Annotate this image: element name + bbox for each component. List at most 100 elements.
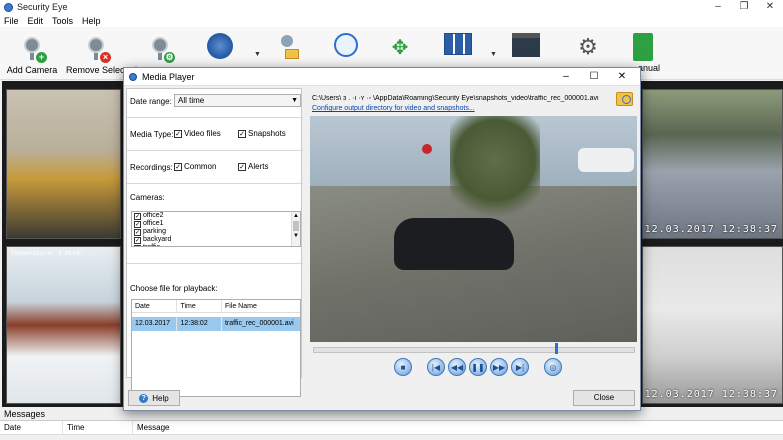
help-icon: ? [139, 393, 149, 403]
media-type-row: Media Type: ✓ Video files ✓ Snapshots [127, 118, 303, 151]
camera-feed-office[interactable] [6, 89, 121, 239]
dialog-close-x-button[interactable]: ✕ [608, 68, 636, 86]
window-controls: – ❐ ✕ [705, 0, 783, 14]
pause-button[interactable]: ❚❚ [469, 358, 487, 376]
stop-button[interactable]: ■ [394, 358, 412, 376]
recordings-row: Recordings: ✓ Common ✓ Alerts [127, 151, 303, 184]
previous-button[interactable]: |◀ [427, 358, 445, 376]
file-column-date[interactable]: Date [132, 300, 178, 312]
dialog-title: Media Player [142, 71, 195, 82]
maximize-button[interactable]: ❐ [731, 0, 757, 14]
camera-feed-building[interactable]: 12.03.2017 12:38:37 [642, 246, 783, 404]
video-files-checkbox[interactable]: ✓ Video files [174, 129, 221, 138]
fullscreen-button[interactable]: ✥ [370, 29, 430, 65]
file-table-header: Date Time File Name [132, 300, 300, 313]
dialog-minimize-button[interactable]: – [552, 68, 580, 86]
dialog-maximize-button[interactable]: ☐ [580, 68, 608, 86]
filter-panel: Date range: All time ▼ Media Type: ✓ Vid… [126, 88, 303, 397]
common-checkbox[interactable]: ✓ Common [174, 162, 216, 171]
skip-back-icon: |◀ [431, 362, 441, 372]
scroll-up-icon[interactable]: ▲ [292, 212, 300, 220]
add-camera-button[interactable]: + Add Camera [2, 29, 62, 75]
media-player-button[interactable] [496, 29, 556, 59]
scroll-down-icon[interactable]: ▼ [292, 232, 300, 240]
camera-item-traffic[interactable]: ✓traffic [134, 244, 300, 246]
checkmark-icon: ✓ [134, 220, 141, 228]
recordings-label: Recordings: [130, 163, 173, 172]
help-button[interactable]: ? Help [128, 390, 180, 406]
remove-selected-button[interactable]: × Remove Selected [66, 29, 138, 75]
camera-item-parking[interactable]: ✓ parking [134, 228, 300, 236]
file-column-time[interactable]: Time [177, 300, 222, 312]
snapshot-icon: ◎ [549, 362, 557, 372]
camera-settings-button[interactable]: ⚙ [130, 29, 190, 65]
remove-selected-label: Remove Selected [66, 65, 138, 75]
camera-item-label: parking [143, 228, 166, 235]
snapshot-button[interactable]: ◎ [544, 358, 562, 376]
camera-item-office1[interactable]: ✓ office1 [134, 220, 300, 228]
menu-edit[interactable]: Edit [28, 16, 44, 26]
date-range-row: Date range: All time ▼ [127, 89, 303, 118]
camera-item-label: office2 [143, 212, 164, 219]
rewind-button[interactable]: ◀◀ [448, 358, 466, 376]
radar-icon [207, 33, 233, 59]
menu-file[interactable]: File [4, 16, 19, 26]
cameras-scrollbar[interactable]: ▲ ▼ [291, 212, 300, 246]
date-range-select[interactable]: All time ▼ [174, 94, 301, 107]
date-range-value: All time [178, 96, 205, 105]
camera-item-label: backyard [143, 236, 172, 243]
column-time[interactable]: Time [63, 421, 133, 434]
skip-forward-icon: ▶| [515, 362, 525, 372]
camera-item-backyard[interactable]: ✓ backyard [134, 236, 300, 244]
checkmark-icon: ✓ [134, 244, 141, 246]
menu-help[interactable]: Help [82, 16, 101, 26]
checkmark-icon: ✓ [174, 129, 182, 138]
fast-forward-button[interactable]: ▶▶ [490, 358, 508, 376]
file-table: Date Time File Name 12.03.2017 12:38:02 … [131, 299, 301, 397]
dialog-app-icon [129, 72, 137, 81]
camera-video-button[interactable] [258, 29, 318, 65]
dialog-title-bar: Media Player – ☐ ✕ [124, 68, 640, 86]
globe-network-icon [334, 33, 358, 57]
choose-file-label: Choose file for playback: [130, 284, 218, 293]
stop-icon: ■ [400, 362, 406, 372]
camera-feed-parking[interactable]: 12.03.2017 12:38:37 [642, 89, 783, 239]
checkmark-icon: ✓ [238, 162, 246, 171]
book-icon [633, 33, 653, 61]
media-type-label: Media Type: [130, 130, 174, 139]
table-row[interactable]: 12.03.2017 12:38:02 traffic_rec_000001.a… [132, 317, 300, 331]
next-button[interactable]: ▶| [511, 358, 529, 376]
camera-video-icon [275, 33, 301, 63]
camera-feed-backyard[interactable]: Temperature: 3 Wind: ... [6, 246, 121, 404]
rewind-icon: ◀◀ [450, 362, 464, 372]
settings-button[interactable]: ⚙ [558, 29, 618, 65]
add-camera-label: Add Camera [6, 65, 58, 75]
configure-output-link[interactable]: Configure output directory for video and… [312, 105, 475, 112]
video-viewport[interactable] [310, 116, 637, 342]
folder-search-icon[interactable] [616, 92, 633, 106]
file-column-name[interactable]: File Name [222, 300, 300, 312]
seek-bar[interactable] [313, 347, 635, 353]
column-message[interactable]: Message [133, 421, 779, 434]
radar-button[interactable] [190, 29, 250, 61]
seek-thumb[interactable] [554, 343, 558, 354]
close-button[interactable]: Close [573, 390, 635, 406]
scroll-thumb[interactable] [293, 221, 299, 231]
menu-tools[interactable]: Tools [52, 16, 73, 26]
alerts-checkbox[interactable]: ✓ Alerts [238, 162, 268, 171]
close-window-button[interactable]: ✕ [757, 0, 783, 14]
date-range-label: Date range: [130, 97, 172, 106]
expand-arrows-icon: ✥ [391, 37, 409, 59]
video-scene-car [394, 218, 514, 270]
camera-item-office2[interactable]: ✓ office2 [134, 212, 300, 220]
feed-overlay-text: Temperature: 3 Wind: ... [11, 250, 98, 257]
snapshots-checkbox[interactable]: ✓ Snapshots [238, 129, 286, 138]
network-button[interactable] [316, 29, 376, 59]
checkmark-icon: ✓ [134, 212, 141, 220]
video-scene-parked-car [578, 148, 634, 172]
minimize-button[interactable]: – [705, 0, 731, 14]
column-date[interactable]: Date [0, 421, 63, 434]
gears-icon: ⚙ [578, 34, 598, 59]
layout-button[interactable] [428, 29, 488, 57]
remove-camera-icon: × [83, 33, 111, 63]
